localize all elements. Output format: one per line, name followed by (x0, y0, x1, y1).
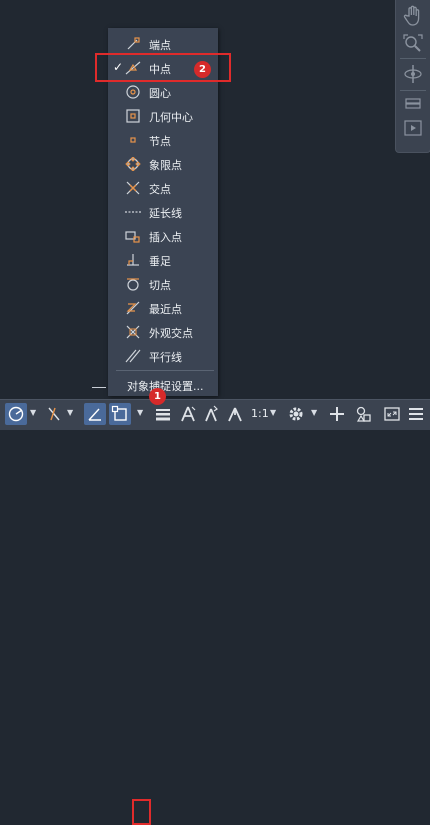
menu-item-label: 对象捕捉设置... (127, 380, 204, 393)
quadrant-icon (125, 157, 141, 171)
menu-item-tangent[interactable]: 切点 (108, 272, 218, 296)
menu-item-label: 延长线 (149, 207, 182, 220)
annotation-badge-2: 2 (194, 61, 211, 78)
status-bar: ▼ ▼ ▼ 1 1:1 ▼ ▼ (0, 388, 430, 825)
menu-item-label: 端点 (149, 39, 171, 52)
nearest-icon (126, 301, 140, 315)
insertion-icon (125, 231, 140, 243)
film-icon[interactable] (401, 116, 425, 140)
menu-item-intersection[interactable]: 交点 (108, 176, 218, 200)
isometric-drafting-icon[interactable] (43, 403, 65, 425)
chevron-down-icon[interactable]: ▼ (270, 408, 276, 417)
chevron-down-icon[interactable]: ▼ (311, 408, 317, 417)
menu-item-parallel[interactable]: 平行线 (108, 344, 218, 368)
menu-item-label: 外观交点 (149, 327, 193, 340)
plus-icon[interactable] (326, 403, 348, 425)
menu-item-nearest[interactable]: 最近点 (108, 296, 218, 320)
menu-item-node[interactable]: 节点 (108, 128, 218, 152)
hamburger-menu-icon[interactable] (405, 403, 427, 425)
zoom-extents-icon[interactable] (401, 32, 425, 56)
chevron-down-icon[interactable]: ▼ (30, 408, 36, 417)
showmotion-icon[interactable] (401, 94, 425, 118)
menu-item-label: 插入点 (149, 231, 182, 244)
menu-item-label: 象限点 (149, 159, 182, 172)
menu-item-label: 平行线 (149, 351, 182, 364)
gear-icon[interactable] (285, 403, 307, 425)
annotation-visibility-icon[interactable] (178, 403, 198, 425)
endpoint-icon (127, 37, 140, 50)
menu-item-extension[interactable]: 延长线 (108, 200, 218, 224)
polar-tracking-icon[interactable] (5, 403, 27, 425)
center-icon (126, 85, 140, 99)
menu-item-quadrant[interactable]: 象限点 (108, 152, 218, 176)
object-snap-tracking-icon[interactable] (84, 403, 106, 425)
object-snap-icon[interactable] (109, 403, 131, 425)
auto-scale-icon[interactable] (201, 403, 221, 425)
menu-item-insertion[interactable]: 插入点 (108, 224, 218, 248)
crosshair-mark (92, 387, 106, 388)
orbit-icon[interactable] (401, 62, 425, 86)
menu-item-label: 圆心 (149, 87, 171, 100)
navigation-bar (395, 0, 430, 153)
tangent-icon (127, 278, 139, 291)
menu-item-geometric-center[interactable]: 几何中心 (108, 104, 218, 128)
perpendicular-icon (127, 254, 139, 266)
chevron-down-icon[interactable]: ▼ (67, 408, 73, 417)
menu-item-label: 最近点 (149, 303, 182, 316)
apparent-intersection-icon (126, 325, 140, 339)
menu-item-label: 交点 (149, 183, 171, 196)
menu-item-apparent-intersection[interactable]: 外观交点 (108, 320, 218, 344)
menu-item-label: 切点 (149, 279, 171, 292)
annotation-scale-icon[interactable] (225, 403, 245, 425)
menu-item-label: 垂足 (149, 255, 171, 268)
menu-item-label: 节点 (149, 135, 171, 148)
pan-hand-icon[interactable] (401, 4, 425, 28)
parallel-icon (125, 349, 141, 363)
extension-icon (125, 211, 141, 213)
menu-item-center[interactable]: 圆心 (108, 80, 218, 104)
fullscreen-icon[interactable] (381, 403, 403, 425)
menu-separator (116, 370, 214, 371)
menu-item-perpendicular[interactable]: 垂足 (108, 248, 218, 272)
menu-item-label: 几何中心 (149, 111, 193, 124)
annotation-scale-label[interactable]: 1:1 (251, 407, 269, 420)
osnap-dropdown-chevron-icon[interactable]: ▼ (137, 408, 143, 417)
isolate-objects-icon[interactable] (353, 403, 375, 425)
highlight-box-osnap-dropdown (132, 799, 151, 825)
intersection-icon (126, 181, 140, 195)
node-icon (130, 137, 136, 143)
osnap-menu: 端点 ✓ 中点 圆心 几何中心 节点 象限点 交点 延长线 插入点 垂足 切点 … (108, 28, 218, 396)
geometric-center-icon (126, 109, 140, 123)
lineweight-icon[interactable] (152, 403, 174, 425)
